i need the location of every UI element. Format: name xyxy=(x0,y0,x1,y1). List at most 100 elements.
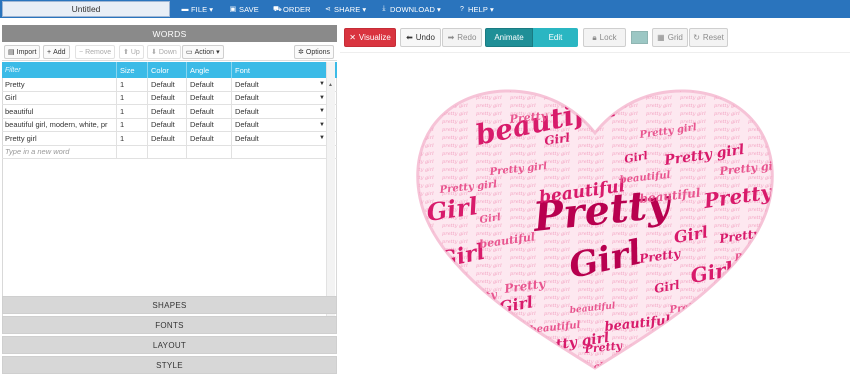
angle-cell[interactable]: Default xyxy=(187,118,232,131)
menu-save[interactable]: ▣ SAVE xyxy=(229,0,259,18)
column-header-font[interactable]: Font xyxy=(232,62,327,78)
words-panel: WORDS ▤ Import + Add − Remove ⬆ Up ⬇ Dow… xyxy=(0,25,337,379)
scroll-up-icon[interactable]: ▲ xyxy=(328,82,333,88)
remove-word-button[interactable]: − Remove xyxy=(75,45,116,59)
font-select[interactable]: Default ▼ xyxy=(232,105,327,118)
word-cell[interactable]: beautiful girl, modern, white, pr xyxy=(2,118,117,131)
column-header-color[interactable]: Color xyxy=(148,62,187,78)
words-table-header: Filter Size Color Angle Font xyxy=(2,62,337,78)
reset-button[interactable]: ↻ Reset xyxy=(689,28,728,47)
size-cell[interactable]: 1 xyxy=(117,132,148,145)
table-row[interactable]: Pretty 1 Default Default Default ▼ xyxy=(2,78,337,92)
table-row[interactable]: Girl 1 Default Default Default ▼ xyxy=(2,91,337,105)
table-row[interactable]: beautiful girl, modern, white, pr 1 Defa… xyxy=(2,118,337,132)
color-cell[interactable]: Default xyxy=(148,118,187,131)
undo-button[interactable]: ⬅ Undo xyxy=(400,28,441,47)
size-cell[interactable]: 1 xyxy=(117,118,148,131)
down-label: Down xyxy=(158,48,177,56)
shapes-section-header[interactable]: SHAPES xyxy=(2,296,337,314)
angle-cell[interactable]: Default xyxy=(187,91,232,104)
filter-input[interactable]: Filter xyxy=(2,62,117,78)
gear-icon: ✲ xyxy=(298,49,304,56)
cart-icon: ⛟ xyxy=(273,5,282,13)
column-header-angle[interactable]: Angle xyxy=(187,62,232,78)
background-color-swatch[interactable] xyxy=(631,31,648,44)
menu-share[interactable]: ⋖ SHARE ▾ xyxy=(324,0,366,18)
chevron-down-icon: ▾ xyxy=(490,4,494,14)
grid-button[interactable]: ▦ Grid xyxy=(652,28,688,47)
action-icon: ▭ xyxy=(186,49,193,56)
words-table: Filter Size Color Angle Font Pretty 1 De… xyxy=(2,62,337,159)
size-cell[interactable]: 1 xyxy=(117,78,148,91)
layout-section-header[interactable]: LAYOUT xyxy=(2,336,337,354)
action-label: Action xyxy=(194,48,215,56)
font-select[interactable]: Default ▼ xyxy=(232,132,327,145)
lock-button[interactable]: 🔒︎ Lock xyxy=(583,28,626,47)
font-select[interactable]: Default ▼ xyxy=(232,119,327,132)
chevron-down-icon: ▾ xyxy=(362,4,367,14)
menu-help-label: HELP xyxy=(468,4,488,14)
move-down-button[interactable]: ⬇ Down xyxy=(147,45,181,59)
menu-save-label: SAVE xyxy=(239,4,259,14)
move-up-button[interactable]: ⬆ Up xyxy=(119,45,144,59)
color-cell[interactable]: Default xyxy=(148,91,187,104)
font-select[interactable]: Default ▼ xyxy=(232,92,327,105)
menu-file-label: FILE xyxy=(191,4,208,14)
size-cell[interactable]: 1 xyxy=(117,105,148,118)
empty-cell xyxy=(148,145,187,158)
grid-label: Grid xyxy=(667,33,683,42)
size-cell[interactable]: 1 xyxy=(117,91,148,104)
table-row[interactable]: Pretty girl 1 Default Default Default ▼ xyxy=(2,132,337,146)
word-cell[interactable]: Pretty girl xyxy=(2,132,117,145)
menu-file[interactable]: ▬ FILE ▾ xyxy=(181,0,213,18)
add-label: Add xyxy=(53,48,66,56)
word-cloud-canvas[interactable]: pretty girl beautifulPrettyGirlbeautiful… xyxy=(340,52,850,379)
cloud-word: Pretty xyxy=(458,288,500,306)
angle-cell[interactable]: Default xyxy=(187,105,232,118)
options-button[interactable]: ✲ Options xyxy=(294,45,334,59)
fonts-section-header[interactable]: FONTS xyxy=(2,316,337,334)
top-menu-bar: Untitled ▬ FILE ▾ ▣ SAVE ⛟ ORDER ⋖ SHARE… xyxy=(0,0,850,18)
undo-label: Undo xyxy=(415,33,435,42)
menu-help[interactable]: ? HELP ▾ xyxy=(458,0,494,18)
angle-cell[interactable]: Default xyxy=(187,132,232,145)
chevron-down-icon: ▾ xyxy=(216,49,220,56)
add-word-button[interactable]: + Add xyxy=(43,45,70,59)
font-value: Default xyxy=(235,93,259,103)
column-header-size[interactable]: Size xyxy=(117,62,148,78)
color-cell[interactable]: Default xyxy=(148,78,187,91)
document-title-field[interactable]: Untitled xyxy=(2,1,170,17)
table-row[interactable]: beautiful 1 Default Default Default ▼ xyxy=(2,105,337,119)
visualize-button[interactable]: ✕ Visualize xyxy=(344,28,396,47)
new-word-input[interactable]: Type in a new word xyxy=(2,145,117,158)
font-select[interactable]: Default ▼ xyxy=(232,78,327,91)
import-button[interactable]: ▤ Import xyxy=(4,45,41,59)
menu-order[interactable]: ⛟ ORDER xyxy=(273,0,311,18)
word-cell[interactable]: Girl xyxy=(2,91,117,104)
animate-button[interactable]: Animate xyxy=(485,28,533,47)
action-dropdown-button[interactable]: ▭ Action ▾ xyxy=(182,45,224,59)
color-cell[interactable]: Default xyxy=(148,132,187,145)
word-cell[interactable]: beautiful xyxy=(2,105,117,118)
canvas-toolbar: ✕ Visualize ⬅ Undo ➡ Redo Animate Edit 🔒… xyxy=(340,25,850,50)
new-word-row[interactable]: Type in a new word xyxy=(2,145,337,159)
menu-download[interactable]: ⤓ DOWNLOAD ▾ xyxy=(380,0,441,18)
words-panel-header[interactable]: WORDS xyxy=(2,25,337,42)
words-table-scrollbar[interactable]: ▲ ▼ xyxy=(326,62,335,317)
words-toolbar: ▤ Import + Add − Remove ⬆ Up ⬇ Down ▭ Ac… xyxy=(2,43,337,61)
angle-cell[interactable]: Default xyxy=(187,78,232,91)
empty-cell xyxy=(232,146,327,159)
edit-button[interactable]: Edit xyxy=(533,28,578,47)
save-icon: ▣ xyxy=(229,6,237,13)
download-icon: ⤓ xyxy=(382,5,386,12)
menu-download-label: DOWNLOAD xyxy=(390,4,435,14)
color-cell[interactable]: Default xyxy=(148,105,187,118)
redo-button[interactable]: ➡ Redo xyxy=(442,28,482,47)
style-section-header[interactable]: STYLE xyxy=(2,356,337,374)
font-value: Default xyxy=(235,106,259,116)
word-cell[interactable]: Pretty xyxy=(2,78,117,91)
arrow-down-icon: ⬇ xyxy=(151,49,157,56)
word-cloud-words: beautifulPrettyGirlbeautifulGirlGirlPret… xyxy=(417,90,773,369)
lock-label: Lock xyxy=(599,33,617,42)
chevron-down-icon: ▼ xyxy=(319,135,325,142)
